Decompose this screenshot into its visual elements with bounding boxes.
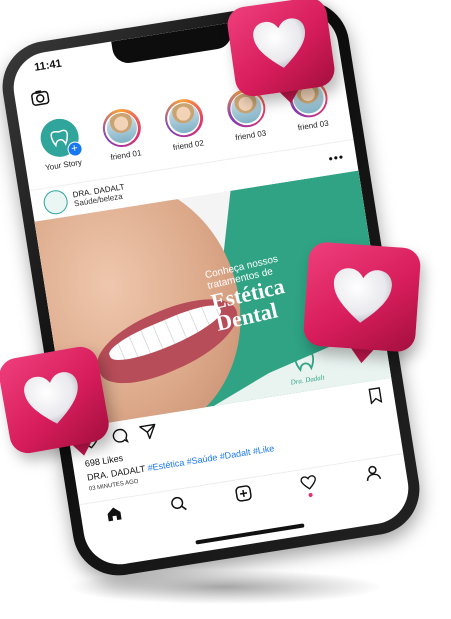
- home-icon[interactable]: [105, 504, 124, 527]
- heart-bubble-top: [225, 0, 337, 106]
- share-icon[interactable]: [138, 422, 158, 445]
- bookmark-icon[interactable]: [368, 386, 384, 409]
- heart-icon: [333, 268, 392, 323]
- add-post-icon[interactable]: [234, 484, 253, 507]
- heart-icon: [253, 18, 305, 68]
- story-label: friend 03: [297, 118, 330, 133]
- story-label: friend 03: [234, 128, 267, 143]
- story-friend[interactable]: friend 01: [93, 105, 154, 172]
- search-icon[interactable]: [170, 494, 189, 517]
- notification-dot: [307, 492, 313, 498]
- add-story-icon[interactable]: +: [66, 140, 84, 158]
- likes-count[interactable]: 698 Likes: [84, 453, 124, 469]
- post-avatar[interactable]: [41, 188, 70, 216]
- more-options-icon[interactable]: •••: [327, 149, 345, 165]
- heart-icon[interactable]: [299, 474, 318, 498]
- story-label: Your Story: [44, 157, 83, 173]
- heart-icon: [24, 372, 78, 424]
- friend-avatar: [104, 110, 139, 146]
- heart-bubble-left: [0, 344, 112, 459]
- profile-icon[interactable]: [364, 463, 383, 486]
- heart-bubble-right: [302, 241, 422, 365]
- story-label: friend 02: [172, 138, 205, 153]
- story-ring: [99, 106, 144, 150]
- story-your-story[interactable]: + Your Story: [31, 115, 92, 182]
- status-time: 11:41: [33, 57, 63, 74]
- story-friend[interactable]: friend 02: [155, 95, 216, 162]
- own-story-avatar: +: [37, 116, 84, 160]
- caption-hashtags[interactable]: #Estética #Saúde #Dadalt #Like: [147, 443, 275, 473]
- comment-icon[interactable]: [110, 426, 130, 449]
- story-ring: [162, 96, 206, 140]
- camera-icon[interactable]: [30, 88, 51, 112]
- story-label: friend 01: [109, 148, 143, 163]
- friend-avatar: [166, 100, 202, 136]
